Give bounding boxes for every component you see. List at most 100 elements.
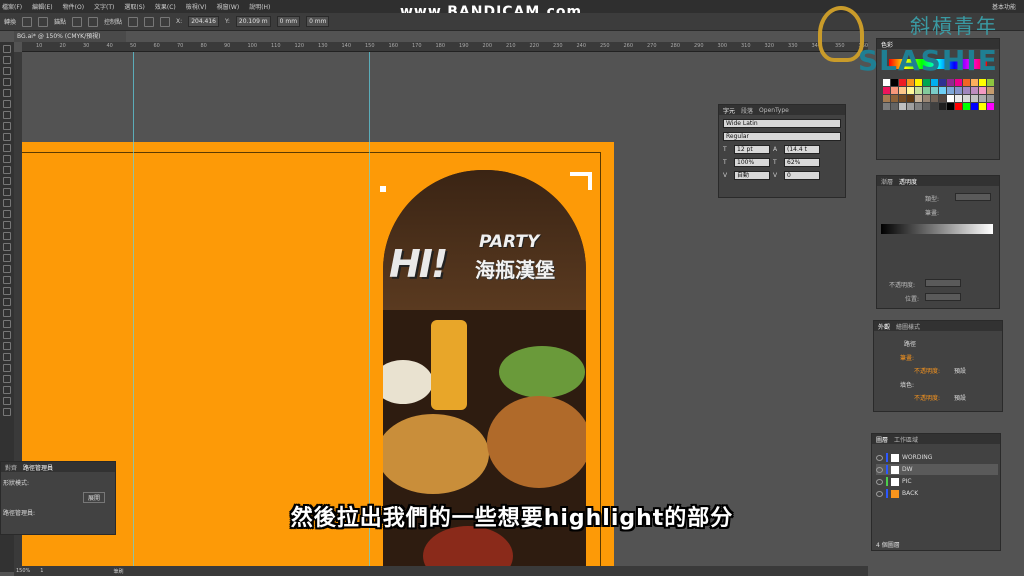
- type-dropdown[interactable]: [955, 193, 991, 201]
- appearance-opacity[interactable]: 不透明度:: [914, 366, 940, 375]
- tool-icon[interactable]: [3, 56, 11, 64]
- color-swatch[interactable]: [971, 95, 978, 102]
- color-swatch[interactable]: [907, 103, 914, 110]
- color-swatch[interactable]: [883, 103, 890, 110]
- color-swatch[interactable]: [899, 103, 906, 110]
- color-swatch[interactable]: [939, 87, 946, 94]
- tab-paragraph[interactable]: 段落: [741, 106, 753, 115]
- tool-icon[interactable]: [3, 45, 11, 53]
- color-swatch[interactable]: [979, 95, 986, 102]
- color-swatch[interactable]: [891, 103, 898, 110]
- color-swatch[interactable]: [987, 103, 994, 110]
- color-swatch[interactable]: [955, 87, 962, 94]
- tab-transparency[interactable]: 透明度: [899, 177, 917, 186]
- color-swatch[interactable]: [955, 103, 962, 110]
- tracking-field[interactable]: 0: [784, 171, 820, 180]
- document-tab[interactable]: BG.ai* @ 150% (CMYK/預視): [14, 31, 126, 42]
- layer-row-back[interactable]: BACK: [876, 488, 998, 499]
- color-swatch[interactable]: [931, 103, 938, 110]
- tool-icon[interactable]: [3, 199, 11, 207]
- visibility-eye-icon[interactable]: [876, 466, 883, 473]
- tool-icon[interactable]: [3, 210, 11, 218]
- tool-icon[interactable]: [3, 254, 11, 262]
- color-swatch[interactable]: [915, 103, 922, 110]
- tool-icon[interactable]: [3, 67, 11, 75]
- tool-icon[interactable]: [3, 287, 11, 295]
- x-field[interactable]: 204.416: [188, 16, 219, 27]
- remove-anchor-icon[interactable]: [128, 16, 139, 27]
- tool-icon[interactable]: [3, 133, 11, 141]
- tool-icon[interactable]: [3, 353, 11, 361]
- tool-icon[interactable]: [3, 276, 11, 284]
- tool-icon[interactable]: [3, 320, 11, 328]
- appearance-opacity-2[interactable]: 不透明度:: [914, 393, 940, 402]
- tool-icon[interactable]: [3, 364, 11, 372]
- tool-icon[interactable]: [3, 386, 11, 394]
- color-swatch[interactable]: [891, 95, 898, 102]
- tool-icon[interactable]: [3, 397, 11, 405]
- layer-row-wording[interactable]: WORDING: [876, 452, 998, 463]
- color-swatch[interactable]: [979, 87, 986, 94]
- menu-file[interactable]: 檔案(F): [2, 2, 22, 11]
- visibility-eye-icon[interactable]: [876, 478, 883, 485]
- tool-icon[interactable]: [3, 89, 11, 97]
- y-field[interactable]: 20.109 m: [235, 16, 271, 27]
- show-handles-icon[interactable]: [72, 16, 83, 27]
- hide-handles-icon[interactable]: [88, 16, 99, 27]
- tool-icon[interactable]: [3, 155, 11, 163]
- font-size-field[interactable]: 12 pt: [734, 145, 770, 154]
- menu-select[interactable]: 選取(S): [124, 2, 145, 11]
- tab-align[interactable]: 對齊: [5, 463, 17, 472]
- convert-anchor-icon[interactable]: [22, 16, 33, 27]
- menu-object[interactable]: 物件(O): [63, 2, 84, 11]
- tool-icon[interactable]: [3, 375, 11, 383]
- color-swatch[interactable]: [915, 95, 922, 102]
- position-dropdown[interactable]: [925, 293, 961, 301]
- opacity-dropdown[interactable]: [925, 279, 961, 287]
- color-swatch[interactable]: [891, 87, 898, 94]
- color-swatch[interactable]: [987, 95, 994, 102]
- color-swatch[interactable]: [899, 95, 906, 102]
- tool-icon[interactable]: [3, 265, 11, 273]
- color-swatch[interactable]: [939, 103, 946, 110]
- tool-icon[interactable]: [3, 342, 11, 350]
- color-swatch[interactable]: [915, 87, 922, 94]
- horizontal-ruler[interactable]: 10 20 30 40 50 60 70 80 90 100 110 120 130 140 150 160 1…: [22, 42, 915, 52]
- convert-smooth-icon[interactable]: [38, 16, 49, 27]
- tab-character[interactable]: 字元: [723, 106, 735, 115]
- menu-view[interactable]: 檢視(V): [186, 2, 207, 11]
- color-swatch[interactable]: [923, 95, 930, 102]
- color-swatch[interactable]: [899, 87, 906, 94]
- layer-row-pic[interactable]: PIC: [876, 476, 998, 487]
- tool-icon[interactable]: [3, 408, 11, 416]
- appearance-fill[interactable]: 填色:: [900, 380, 914, 389]
- tab-graphic-styles[interactable]: 繪圖樣式: [896, 322, 920, 331]
- tool-icon[interactable]: [3, 166, 11, 174]
- isolate-icon[interactable]: [160, 16, 171, 27]
- tool-icon[interactable]: [3, 111, 11, 119]
- artboard-number[interactable]: 1: [40, 568, 43, 574]
- tab-pathfinder[interactable]: 路徑管理員: [23, 463, 53, 472]
- vertical-scale-field[interactable]: 100%: [734, 158, 770, 167]
- tab-appearance[interactable]: 外觀: [878, 322, 890, 331]
- tool-icon[interactable]: [3, 309, 11, 317]
- menu-window[interactable]: 視窗(W): [217, 2, 240, 11]
- menu-effect[interactable]: 效果(C): [155, 2, 176, 11]
- visibility-eye-icon[interactable]: [876, 454, 883, 461]
- font-style-select[interactable]: Regular: [723, 132, 841, 141]
- width-field[interactable]: 0 mm: [276, 16, 301, 27]
- menu-help[interactable]: 說明(H): [249, 2, 270, 11]
- cut-path-icon[interactable]: [144, 16, 155, 27]
- color-swatch[interactable]: [931, 95, 938, 102]
- color-swatch[interactable]: [931, 87, 938, 94]
- color-swatch[interactable]: [963, 87, 970, 94]
- menu-type[interactable]: 文字(T): [94, 2, 114, 11]
- tool-icon[interactable]: [3, 144, 11, 152]
- color-swatch[interactable]: [907, 87, 914, 94]
- visibility-eye-icon[interactable]: [876, 490, 883, 497]
- guide-line[interactable]: [369, 52, 370, 572]
- color-swatch[interactable]: [971, 87, 978, 94]
- color-swatch[interactable]: [979, 103, 986, 110]
- color-swatch[interactable]: [987, 87, 994, 94]
- tool-icon[interactable]: [3, 298, 11, 306]
